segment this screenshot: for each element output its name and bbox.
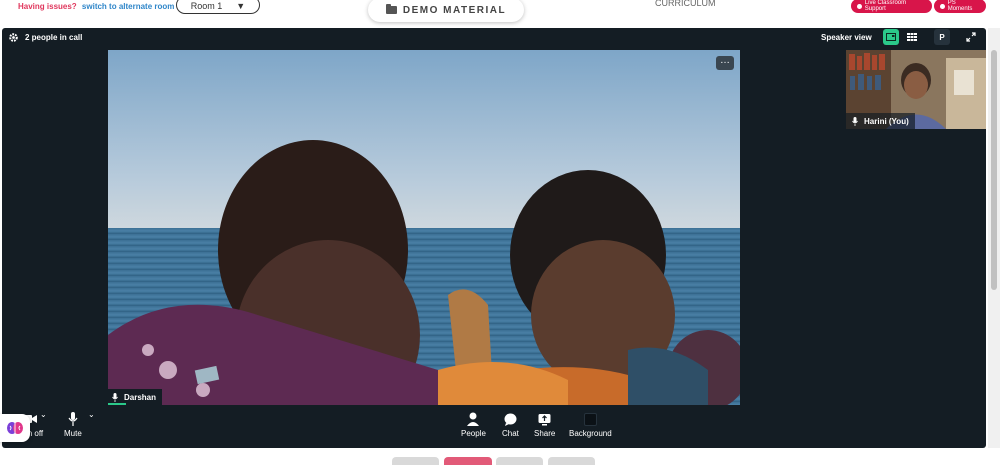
scrollbar-thumb[interactable] bbox=[991, 50, 997, 290]
expand-icon bbox=[966, 32, 976, 42]
issues-question: Having issues? bbox=[18, 2, 77, 11]
main-video: … bbox=[108, 50, 740, 405]
more-options-button[interactable]: … bbox=[716, 56, 734, 70]
microphone-icon bbox=[66, 412, 80, 426]
mic-icon bbox=[852, 116, 858, 126]
chat-bubble-icon bbox=[503, 412, 517, 426]
share-button[interactable]: Share bbox=[534, 412, 555, 438]
moments-label: PS Moments bbox=[947, 0, 973, 12]
share-label: Share bbox=[534, 429, 556, 438]
demo-material-button[interactable]: DEMO MATERIAL bbox=[368, 0, 524, 22]
live-support-label: Live Classroom Support bbox=[864, 0, 907, 12]
grid-view-button[interactable] bbox=[904, 29, 920, 45]
top-bar: Having issues? switch to alternate room … bbox=[0, 0, 1000, 26]
people-count: 2 people in call bbox=[25, 33, 83, 42]
bottom-tab-2[interactable] bbox=[444, 457, 492, 465]
call-window: 2 people in call Speaker view P … Darsha… bbox=[2, 28, 986, 448]
gear-icon[interactable] bbox=[8, 32, 19, 43]
alternate-room-link[interactable]: switch to alternate room bbox=[82, 2, 174, 11]
live-support-button[interactable]: Live Classroom Support bbox=[851, 0, 932, 13]
video-options-chevron-icon[interactable]: ⌄ bbox=[40, 410, 47, 419]
curriculum-tab[interactable]: CURRICULUM bbox=[655, 0, 716, 8]
p-button[interactable]: P bbox=[934, 29, 950, 45]
people-button[interactable]: People bbox=[461, 412, 486, 438]
background-icon bbox=[583, 412, 597, 426]
people-label: People bbox=[461, 429, 486, 438]
issues-notice: Having issues? switch to alternate room bbox=[18, 2, 174, 11]
self-video-thumbnail[interactable]: Harini (You) bbox=[846, 50, 986, 129]
share-screen-icon bbox=[538, 412, 552, 426]
room-label: Room 1 bbox=[190, 1, 223, 11]
brain-assistant-button[interactable] bbox=[0, 414, 30, 442]
grid-icon bbox=[907, 33, 917, 41]
self-participant-name: Harini (You) bbox=[864, 116, 909, 126]
moments-icon bbox=[940, 3, 945, 9]
background-label: Background bbox=[569, 429, 612, 438]
mic-icon bbox=[112, 392, 118, 402]
demo-material-label: DEMO MATERIAL bbox=[402, 4, 507, 16]
bottom-tab-3[interactable] bbox=[496, 457, 543, 465]
chat-button[interactable]: Chat bbox=[502, 412, 519, 438]
moments-button[interactable]: PS Moments bbox=[934, 0, 986, 13]
mic-options-chevron-icon[interactable]: ⌄ bbox=[88, 410, 95, 419]
video-people-image bbox=[108, 140, 740, 405]
page-scrollbar[interactable] bbox=[988, 28, 1000, 448]
mute-button[interactable]: Mute bbox=[64, 412, 82, 438]
bottom-tab-1[interactable] bbox=[392, 457, 439, 465]
caret-down-icon: ▼ bbox=[236, 1, 246, 11]
brain-icon bbox=[7, 422, 23, 434]
background-button[interactable]: Background bbox=[569, 412, 612, 438]
person-icon bbox=[466, 412, 480, 426]
call-controls: Turn off ⌄ Mute ⌄ People Chat Share bbox=[2, 406, 986, 448]
room-selector[interactable]: Room 1 ▼ bbox=[176, 0, 260, 14]
self-participant-label: Harini (You) bbox=[846, 113, 915, 129]
chat-label: Chat bbox=[502, 429, 519, 438]
main-participant-label: Darshan bbox=[108, 389, 163, 405]
fullscreen-button[interactable] bbox=[963, 29, 979, 45]
support-icon bbox=[857, 3, 862, 9]
speaker-layout-icon bbox=[886, 33, 896, 41]
speaker-view-button[interactable] bbox=[883, 29, 899, 45]
bottom-tab-4[interactable] bbox=[548, 457, 595, 465]
main-participant-name: Darshan bbox=[124, 392, 157, 402]
speaker-view-label: Speaker view bbox=[821, 33, 872, 42]
call-header: 2 people in call Speaker view P bbox=[2, 28, 986, 48]
folder-icon bbox=[385, 4, 397, 14]
mute-label: Mute bbox=[64, 429, 82, 438]
speaking-indicator bbox=[108, 403, 126, 405]
